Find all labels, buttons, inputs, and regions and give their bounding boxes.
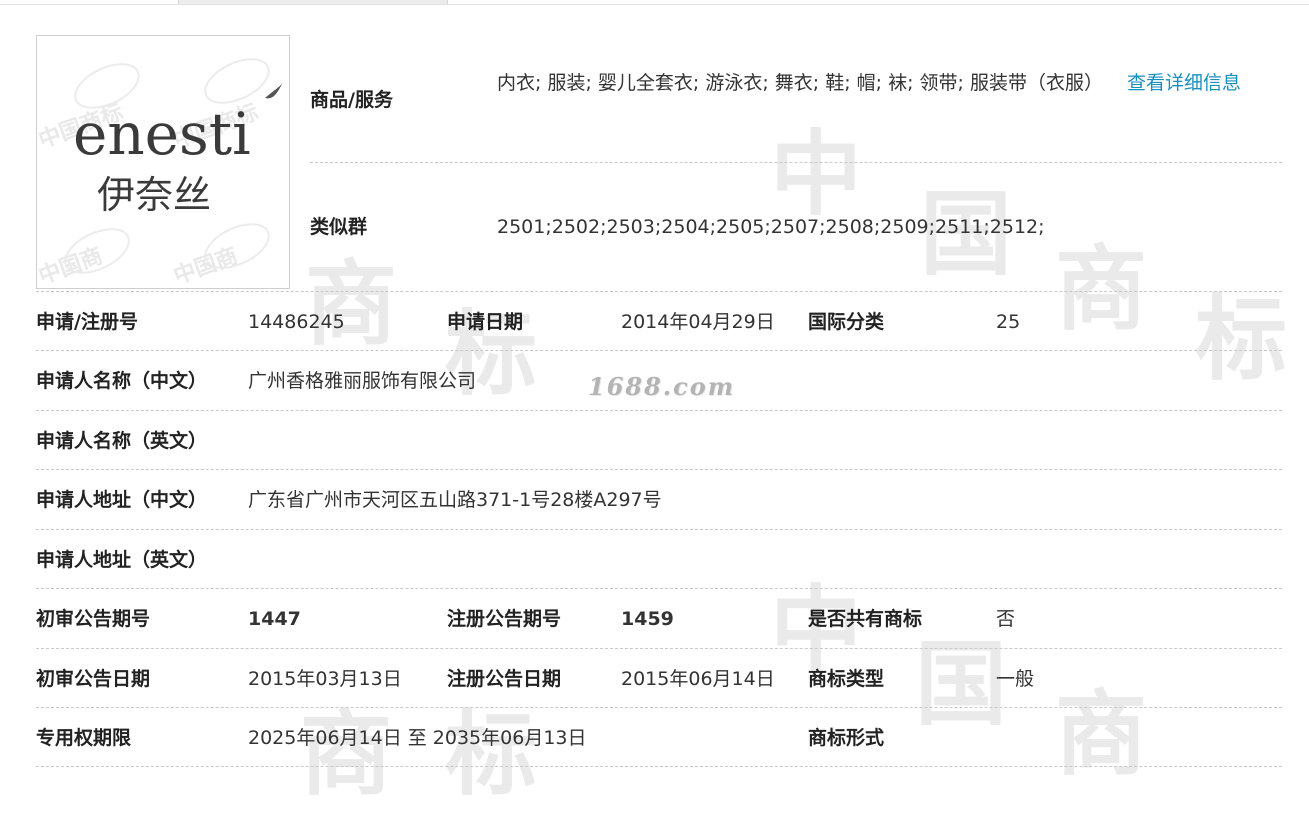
similar-group-label: 类似群	[310, 216, 368, 238]
mark-form-label: 商标形式	[808, 727, 885, 749]
watermark-shang-3: 商	[1055, 680, 1148, 788]
mark-type-label: 商标类型	[808, 668, 885, 690]
divider	[310, 162, 1282, 163]
divider	[36, 766, 1282, 767]
reg-number-label: 申请/注册号	[36, 311, 138, 333]
logo-brand-cn: 伊奈丝	[97, 173, 211, 217]
similar-group-value: 2501;2502;2503;2504;2505;2507;2508;2509;…	[497, 216, 1045, 238]
applicant-address-cn-value: 广东省广州市天河区五山路371-1号28楼A297号	[248, 489, 662, 511]
view-details-link[interactable]: 查看详细信息	[1127, 72, 1241, 94]
shared-mark-label: 是否共有商标	[808, 608, 923, 630]
divider	[36, 410, 1282, 411]
intl-class-label: 国际分类	[808, 311, 885, 333]
logo-brand-text: enesti	[73, 100, 251, 168]
applicant-address-cn-label: 申请人地址（中文）	[36, 489, 208, 511]
divider	[36, 648, 1282, 649]
prelim-issue-label: 初审公告期号	[36, 608, 151, 630]
goods-value: 内衣; 服装; 婴儿全套衣; 游泳衣; 舞衣; 鞋; 帽; 袜; 领带; 服装带…	[497, 55, 1282, 111]
reg-number-value: 14486245	[248, 311, 345, 333]
reg-date-label: 注册公告日期	[447, 668, 562, 690]
watermark-zhong-1: 中	[770, 120, 863, 228]
svg-text:中国商: 中国商	[170, 243, 241, 289]
top-tab-strip	[0, 0, 1309, 5]
divider	[36, 291, 1282, 292]
exclusive-term-label: 专用权期限	[36, 727, 132, 749]
active-tab[interactable]	[178, 0, 448, 4]
watermark-shang-2: 商	[305, 250, 398, 358]
prelim-issue-value: 1447	[248, 608, 301, 630]
mark-type-value: 一般	[996, 668, 1035, 690]
applicant-name-cn-label: 申请人名称（中文）	[36, 370, 208, 392]
reg-issue-label: 注册公告期号	[447, 608, 562, 630]
intl-class-value: 25	[996, 311, 1021, 333]
divider	[36, 469, 1282, 470]
trademark-logo-image: 中国商标 中国商标 中国商 中国商 enesti 伊奈丝	[36, 35, 290, 289]
svg-text:中国商: 中国商	[37, 243, 106, 289]
divider	[36, 529, 1282, 530]
apply-date-value: 2014年04月29日	[621, 311, 775, 333]
watermark-guo-2: 国	[915, 630, 1008, 738]
divider	[36, 350, 1282, 351]
applicant-address-en-label: 申请人地址（英文）	[36, 549, 208, 571]
shared-mark-value: 否	[996, 608, 1016, 630]
prelim-date-label: 初审公告日期	[36, 668, 151, 690]
watermark-shang-1: 商	[1055, 235, 1148, 343]
trademark-logo-graphic: 中国商标 中国商标 中国商 中国商 enesti 伊奈丝	[37, 58, 283, 289]
reg-date-value: 2015年06月14日	[621, 668, 775, 690]
goods-list: 内衣; 服装; 婴儿全套衣; 游泳衣; 舞衣; 鞋; 帽; 袜; 领带; 服装带…	[497, 72, 1103, 94]
applicant-name-cn-value: 广州香格雅丽服饰有限公司	[248, 370, 477, 392]
reg-issue-value: 1459	[621, 608, 674, 630]
exclusive-term-value: 2025年06月14日 至 2035年06月13日	[248, 727, 587, 749]
applicant-name-en-label: 申请人名称（英文）	[36, 430, 208, 452]
goods-label: 商品/服务	[310, 89, 393, 111]
apply-date-label: 申请日期	[447, 311, 524, 333]
divider	[36, 588, 1282, 589]
watermark-biao-2: 标	[445, 300, 538, 408]
site-watermark: 1688.com	[588, 372, 736, 401]
divider	[36, 707, 1282, 708]
watermark-biao-1: 标	[1195, 285, 1288, 393]
prelim-date-value: 2015年03月13日	[248, 668, 402, 690]
